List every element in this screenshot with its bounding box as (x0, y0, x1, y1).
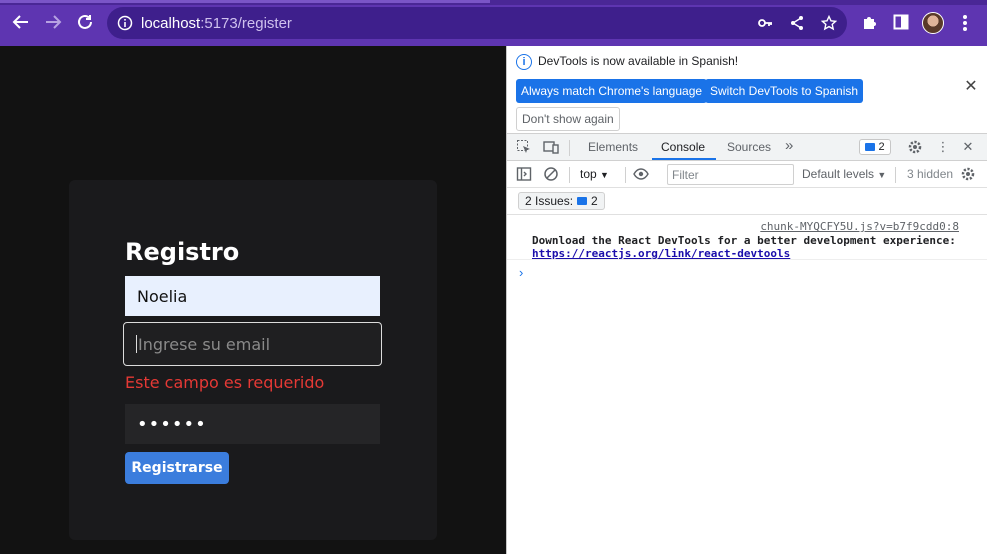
settings-gear-icon[interactable] (907, 139, 923, 155)
dropdown-arrow-icon: ▼ (877, 170, 887, 180)
address-bar[interactable]: localhost:5173/register (107, 7, 847, 39)
extensions-button[interactable] (859, 12, 879, 32)
side-panel-button[interactable] (891, 12, 911, 32)
issues-button[interactable]: 2 Issues: 2 (518, 192, 605, 210)
reload-button[interactable] (74, 11, 96, 33)
email-placeholder: Ingrese su email (138, 334, 271, 354)
hidden-messages-count: 3 hidden (907, 167, 954, 181)
message-icon (865, 143, 876, 151)
more-tabs-icon[interactable]: » (785, 137, 793, 154)
dropdown-arrow-icon: ▼ (600, 170, 609, 180)
form-title: Registro (125, 238, 240, 266)
inspect-element-icon[interactable] (516, 139, 532, 155)
devtools-tab-bar: Elements Console Sources » 2 ⋮ ✕ (507, 134, 987, 161)
filter-input[interactable]: Filter (667, 164, 794, 185)
password-input[interactable]: •••••• (125, 404, 380, 444)
page-viewport: Registro Noelia Ingrese su email Este ca… (0, 46, 506, 554)
tab-console[interactable]: Console (661, 140, 705, 154)
switch-to-spanish-button[interactable]: Switch DevTools to Spanish (705, 79, 864, 103)
star-icon[interactable] (821, 15, 837, 31)
clear-console-icon[interactable] (543, 166, 559, 182)
device-toolbar-icon[interactable] (543, 139, 559, 155)
always-match-language-button[interactable]: Always match Chrome's language (516, 79, 708, 103)
console-settings-gear-icon[interactable] (960, 166, 976, 182)
arrow-right-icon (46, 15, 62, 29)
side-panel-icon (893, 14, 909, 30)
issues-badge[interactable]: 2 (859, 139, 891, 155)
site-info-icon[interactable] (117, 15, 133, 31)
message-source-link[interactable]: chunk-MYQCFY5U.js?v=b7f9cdd0:8 (760, 220, 959, 233)
issues-row: 2 Issues: 2 (507, 188, 987, 215)
message-icon (577, 197, 588, 205)
react-devtools-link[interactable]: https://reactjs.org/link/react-devtools (532, 247, 790, 260)
tab-strip (0, 0, 987, 5)
profile-avatar[interactable] (922, 12, 944, 34)
email-input[interactable]: Ingrese su email (123, 322, 382, 366)
register-button[interactable]: Registrarse (125, 452, 229, 484)
key-icon[interactable] (757, 15, 773, 31)
active-tab-indicator (652, 158, 716, 160)
arrow-left-icon (12, 15, 28, 29)
close-devtools-icon[interactable]: ✕ (960, 139, 976, 155)
language-infobar: i DevTools is now available in Spanish! … (507, 46, 987, 134)
infobar-message: DevTools is now available in Spanish! (538, 54, 739, 68)
message-text: Download the React DevTools for a better… (532, 234, 956, 247)
reload-icon (78, 14, 92, 29)
dont-show-again-button[interactable]: Don't show again (516, 107, 620, 131)
browser-menu-icon[interactable] (957, 13, 973, 33)
more-options-icon[interactable]: ⋮ (935, 139, 951, 155)
console-message: chunk-MYQCFY5U.js?v=b7f9cdd0:8 Download … (507, 216, 987, 260)
puzzle-icon (863, 16, 876, 29)
devtools-panel: i DevTools is now available in Spanish! … (506, 46, 987, 554)
close-icon[interactable]: ✕ (964, 79, 978, 95)
email-error-message: Este campo es requerido (125, 373, 325, 392)
tab-elements[interactable]: Elements (588, 140, 638, 154)
context-selector[interactable]: top ▼ (580, 167, 609, 181)
browser-toolbar: localhost:5173/register (0, 0, 987, 46)
console-prompt-chevron-icon[interactable]: › (519, 265, 523, 280)
url-text: localhost:5173/register (141, 15, 292, 32)
eye-icon[interactable] (633, 166, 649, 182)
name-input[interactable]: Noelia (125, 276, 380, 316)
sidebar-toggle-icon[interactable] (516, 166, 532, 182)
console-toolbar: top ▼ Filter Default levels ▼ 3 hidden (507, 161, 987, 188)
register-card: Registro Noelia Ingrese su email Este ca… (69, 180, 437, 540)
info-icon: i (516, 54, 532, 70)
back-button[interactable] (10, 11, 32, 33)
share-icon[interactable] (789, 15, 805, 31)
tab-sources[interactable]: Sources (727, 140, 771, 154)
text-caret (136, 335, 137, 353)
forward-button[interactable] (42, 11, 64, 33)
log-levels-dropdown[interactable]: Default levels ▼ (802, 167, 886, 181)
